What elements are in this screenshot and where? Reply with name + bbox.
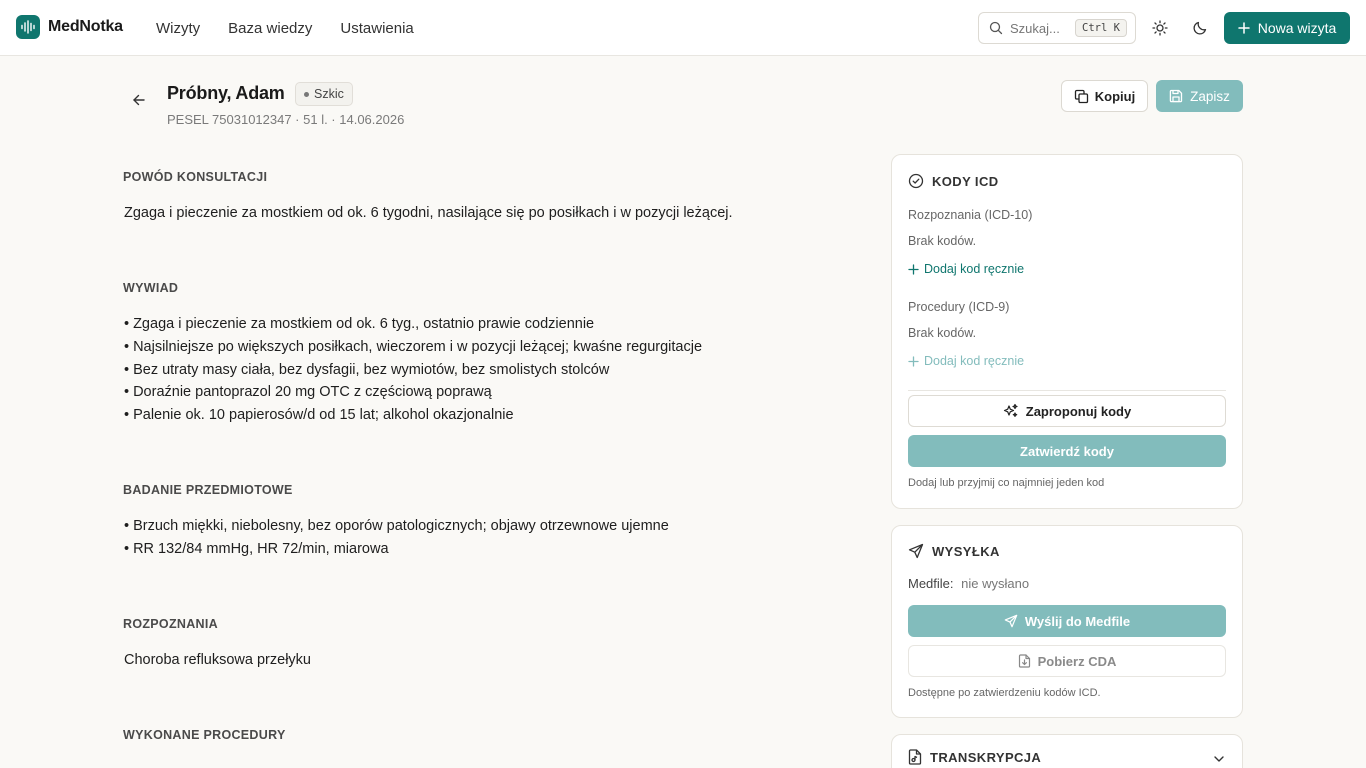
list-item: Palenie ok. 10 papierosów/d od 15 lat; a…: [124, 404, 702, 427]
search-input[interactable]: [1010, 20, 1066, 36]
suggest-codes-button[interactable]: Zaproponuj kody: [908, 395, 1226, 427]
status-badge: Szkic: [295, 82, 353, 106]
sparkles-icon: [1003, 403, 1019, 419]
diagnosis-title: ROZPOZNANIA: [123, 617, 218, 631]
shipping-card: WYSYŁKA Medfile: nie wysłano Wyślij do M…: [891, 525, 1243, 718]
file-download-icon: [1018, 654, 1031, 668]
send-icon: [908, 543, 924, 559]
app-logo[interactable]: MedNotka: [16, 15, 123, 39]
copy-label: Kopiuj: [1094, 88, 1136, 104]
status-dot: [304, 91, 309, 97]
nav-item-knowledge-base[interactable]: Baza wiedzy: [228, 20, 312, 37]
search-box[interactable]: Ctrl K: [978, 12, 1136, 44]
add-icd9-label: Dodaj kod ręcznie: [924, 354, 1025, 368]
exam-list[interactable]: Brzuch miękki, niebolesny, bez oporów pa…: [124, 515, 669, 561]
plus-icon: [908, 263, 919, 275]
light-theme-button[interactable]: [1148, 16, 1172, 40]
transcription-card-header: TRANSKRYPCJA: [908, 749, 1041, 765]
icd10-label: Rozpoznania (ICD-10): [908, 208, 1033, 222]
waveform-icon: [16, 15, 40, 39]
send-medfile-label: Wyślij do Medfile: [1024, 613, 1131, 629]
medfile-value: nie wysłano: [961, 576, 1030, 591]
check-circle-icon: [908, 173, 924, 189]
exam-title: BADANIE PRZEDMIOTOWE: [123, 483, 293, 497]
save-button[interactable]: Zapisz: [1156, 80, 1243, 112]
status-label: Szkic: [314, 87, 344, 101]
send-icon: [1004, 614, 1018, 628]
copy-icon: [1074, 89, 1089, 104]
new-visit-button[interactable]: Nowa wizyta: [1224, 12, 1350, 44]
list-item: Doraźnie pantoprazol 20 mg OTC z częścio…: [124, 381, 702, 404]
list-item: RR 132/84 mmHg, HR 72/min, miarowa: [124, 538, 669, 561]
reason-title: POWÓD KONSULTACJI: [123, 170, 268, 184]
history-list[interactable]: Zgaga i pieczenie za mostkiem od ok. 6 t…: [124, 313, 702, 427]
history-title: WYWIAD: [123, 281, 179, 295]
reason-text[interactable]: Zgaga i pieczenie za mostkiem od ok. 6 t…: [124, 205, 733, 221]
dark-theme-button[interactable]: [1188, 16, 1212, 40]
icd10-empty: Brak kodów.: [908, 234, 977, 248]
icd9-empty: Brak kodów.: [908, 326, 977, 340]
icd-title: KODY ICD: [932, 173, 999, 189]
download-cda-label: Pobierz CDA: [1037, 653, 1117, 669]
diagnosis-text[interactable]: Choroba refluksowa przełyku: [124, 652, 311, 668]
copy-button[interactable]: Kopiuj: [1061, 80, 1148, 112]
shipping-title: WYSYŁKA: [932, 543, 1000, 559]
medfile-label: Medfile:: [908, 576, 954, 591]
plus-icon: [1237, 22, 1250, 34]
back-button[interactable]: [130, 91, 148, 109]
medfile-status: Medfile: nie wysłano: [908, 576, 1029, 591]
nav-item-settings[interactable]: Ustawienia: [340, 20, 413, 37]
patient-meta: PESEL 75031012347 · 51 l. · 14.06.2026: [167, 112, 405, 127]
add-icd9-button[interactable]: Dodaj kod ręcznie: [908, 354, 1024, 368]
icd-card-header: KODY ICD: [908, 173, 999, 189]
shipping-hint: Dostępne po zatwierdzeniu kodów ICD.: [908, 687, 1101, 699]
procedures-title: WYKONANE PROCEDURY: [123, 728, 286, 742]
add-icd10-label: Dodaj kod ręcznie: [924, 262, 1025, 276]
sun-icon: [1152, 20, 1168, 36]
top-bar: MedNotka Wizyty Baza wiedzy Ustawienia C…: [0, 0, 1366, 56]
search-shortcut: Ctrl K: [1075, 19, 1127, 37]
add-icd10-button[interactable]: Dodaj kod ręcznie: [908, 262, 1024, 276]
file-audio-icon: [908, 749, 922, 765]
list-item: Zgaga i pieczenie za mostkiem od ok. 6 t…: [124, 313, 702, 336]
list-item: Bez utraty masy ciała, bez dysfagii, bez…: [124, 359, 702, 382]
confirm-codes-label: Zatwierdź kody: [1020, 443, 1114, 459]
download-cda-button[interactable]: Pobierz CDA: [908, 645, 1226, 677]
save-icon: [1169, 89, 1183, 103]
suggest-codes-label: Zaproponuj kody: [1025, 403, 1132, 419]
moon-icon: [1192, 20, 1208, 36]
nav-item-visits[interactable]: Wizyty: [156, 20, 200, 37]
list-item: Brzuch miękki, niebolesny, bez oporów pa…: [124, 515, 669, 538]
search-icon: [989, 21, 1003, 35]
shipping-card-header: WYSYŁKA: [908, 543, 1000, 559]
main-nav: Wizyty Baza wiedzy Ustawienia: [156, 0, 414, 56]
plus-icon: [908, 355, 919, 367]
transcription-card[interactable]: TRANSKRYPCJA: [891, 734, 1243, 768]
arrow-left-icon: [130, 91, 148, 109]
icd-divider: [908, 390, 1226, 391]
send-medfile-button[interactable]: Wyślij do Medfile: [908, 605, 1226, 637]
confirm-codes-button[interactable]: Zatwierdź kody: [908, 435, 1226, 467]
patient-name: Próbny, Adam: [167, 83, 285, 103]
new-visit-label: Nowa wizyta: [1257, 20, 1337, 36]
app-name: MedNotka: [48, 18, 123, 35]
icd9-label: Procedury (ICD-9): [908, 300, 1010, 314]
chevron-down-icon[interactable]: [1212, 752, 1226, 766]
icd-card: KODY ICD Rozpoznania (ICD-10) Brak kodów…: [891, 154, 1243, 509]
save-label: Zapisz: [1190, 88, 1230, 104]
list-item: Najsilniejsze po większych posiłkach, wi…: [124, 336, 702, 359]
icd-hint: Dodaj lub przyjmij co najmniej jeden kod: [908, 477, 1105, 489]
transcription-title: TRANSKRYPCJA: [930, 749, 1042, 765]
